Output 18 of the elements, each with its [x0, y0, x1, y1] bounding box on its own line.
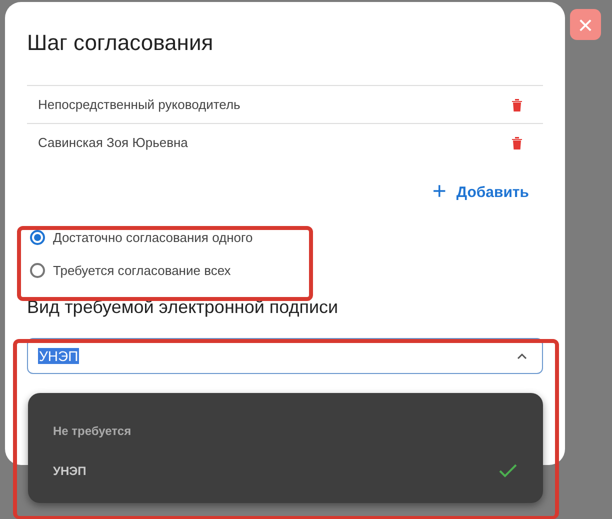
radio-button[interactable]: [30, 230, 45, 245]
trash-icon[interactable]: [511, 98, 523, 112]
approver-name: Савинская Зоя Юрьевна: [38, 135, 188, 150]
close-button[interactable]: ×: [570, 9, 601, 40]
signature-select[interactable]: УНЭП: [27, 338, 543, 374]
dropdown-option[interactable]: УНЭП: [28, 451, 543, 491]
dropdown-option[interactable]: Не требуется: [28, 411, 543, 451]
section-heading: Вид требуемой электронной подписи: [27, 297, 340, 318]
dialog-title: Шаг согласования: [27, 30, 214, 56]
radio-label: Требуется согласование всех: [53, 263, 231, 278]
radio-label: Достаточно согласования одного: [53, 230, 253, 245]
radio-button[interactable]: [30, 263, 45, 278]
chevron-icon[interactable]: [517, 353, 527, 359]
select-value: УНЭП: [38, 348, 80, 364]
check-icon: [499, 464, 517, 478]
add-button[interactable]: + Добавить: [428, 181, 533, 203]
approver-name: Непосредственный руководитель: [38, 97, 240, 112]
trash-icon[interactable]: [511, 136, 523, 150]
